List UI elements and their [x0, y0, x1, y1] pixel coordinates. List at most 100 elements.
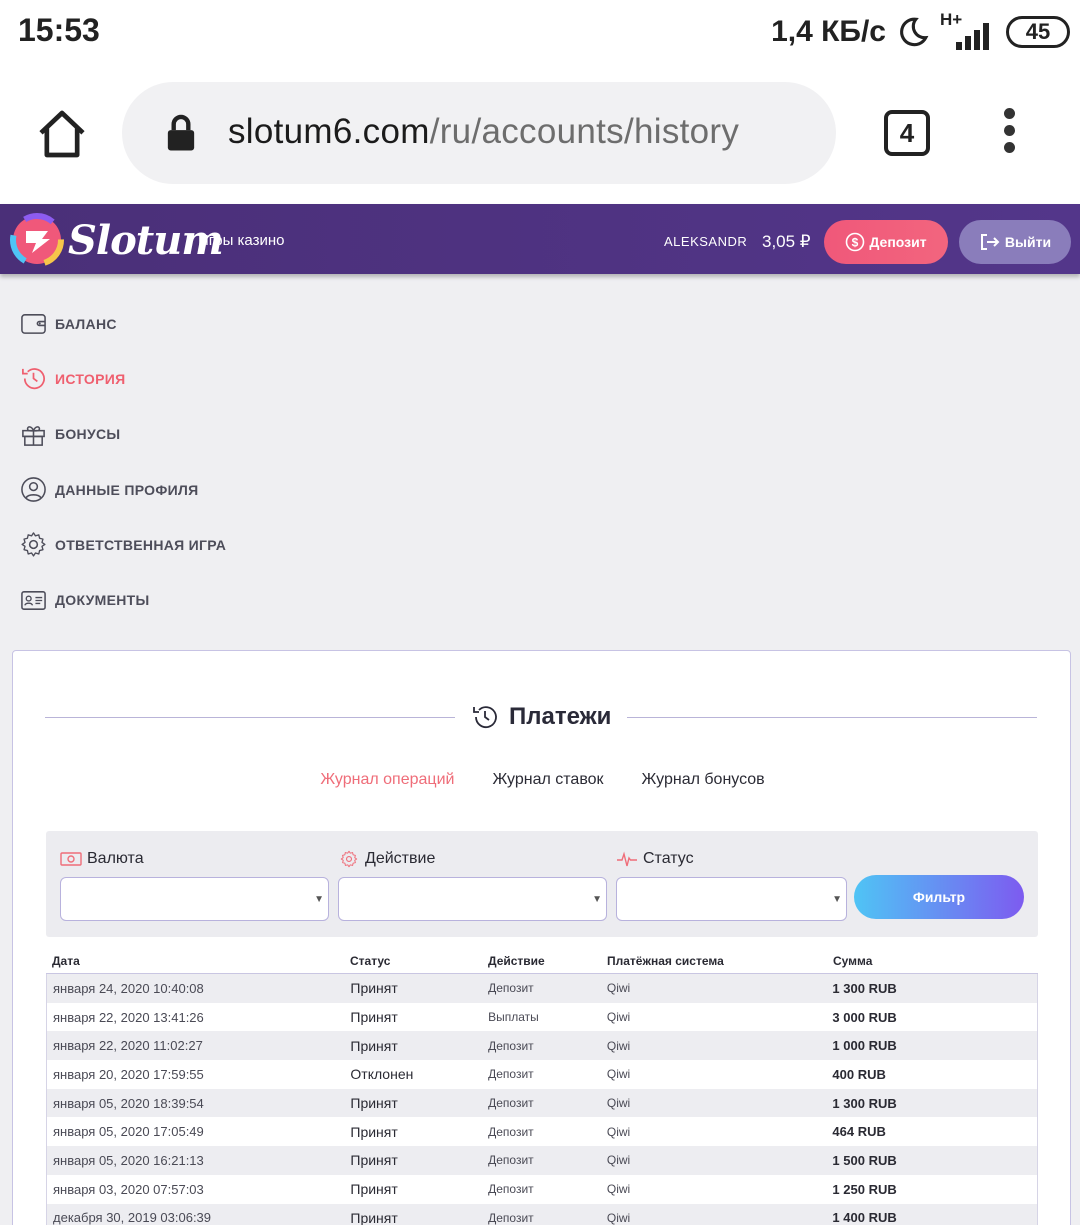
overflow-menu-icon[interactable]	[996, 108, 1022, 158]
cell-amount: 1 400 RUB	[832, 1210, 897, 1225]
action-label-text: Действие	[365, 850, 436, 867]
cell-status: Принят	[350, 1095, 398, 1112]
status-bar: 15:53 1,4 КБ/с H+ 45	[0, 0, 1080, 64]
cell-date: января 24, 2020 10:40:08	[53, 980, 204, 996]
moon-icon	[900, 17, 929, 47]
cell-payment-system: Qiwi	[606, 1210, 631, 1225]
home-icon[interactable]	[34, 106, 90, 162]
table-row: января 22, 2020 13:41:26 Принят Выплаты Qiw…	[47, 1003, 1037, 1032]
cell-payment-system: Qiwi	[606, 1153, 631, 1168]
battery-level: 45	[1025, 19, 1051, 44]
cell-status: Принят	[350, 1181, 398, 1198]
tab-bets-log[interactable]: Журнал ставок	[492, 771, 603, 789]
cell-amount: 464 RUB	[832, 1124, 886, 1140]
cell-status: Принят	[350, 1123, 398, 1140]
cell-date: января 05, 2020 16:21:13	[53, 1152, 204, 1168]
currency-label-text: Валюта	[87, 850, 144, 867]
column-header-date[interactable]: Дата	[46, 954, 344, 968]
filter-button[interactable]: Фильтр	[854, 875, 1024, 919]
cell-status: Принят	[350, 1009, 398, 1026]
cell-action: Депозит	[488, 1038, 534, 1053]
action-select[interactable]: ▼	[338, 877, 607, 921]
net-speed: 1,4 КБ/с	[771, 15, 886, 48]
cell-action: Депозит	[488, 1153, 534, 1168]
url-path: /ru/accounts/history	[429, 112, 740, 151]
currency-select[interactable]: ▼	[60, 877, 329, 921]
cell-payment-system: Qiwi	[606, 1067, 631, 1082]
menu-item-label: ДАННЫЕ ПРОФИЛЯ	[55, 481, 199, 498]
logout-button[interactable]: Выйти	[959, 220, 1071, 264]
cell-amount: 1 250 RUB	[832, 1181, 897, 1197]
signal-icon: H+	[940, 10, 996, 50]
deposit-label: Депозит	[869, 234, 927, 250]
menu-item-profile[interactable]: ДАННЫЕ ПРОФИЛЯ	[20, 462, 420, 517]
status-time: 15:53	[18, 12, 100, 48]
tab-count: 4	[899, 117, 915, 148]
deposit-button[interactable]: $ Депозит	[824, 220, 948, 264]
logout-icon	[980, 234, 1000, 250]
status-right: 1,4 КБ/с H+ 45	[771, 10, 1070, 54]
table-row: января 20, 2020 17:59:55 Отклонен Депозит Q…	[47, 1060, 1037, 1089]
payments-table: Дата Статус Действие Платёжная система С…	[46, 948, 1038, 1225]
gift-icon	[22, 425, 45, 446]
cell-payment-system: Qiwi	[606, 1010, 631, 1025]
cell-amount: 3 000 RUB	[832, 1009, 897, 1025]
tab-bonuses-log[interactable]: Журнал бонусов	[642, 771, 765, 789]
table-row: января 05, 2020 18:39:54 Принят Депозит Qiw…	[47, 1088, 1037, 1118]
column-header-action[interactable]: Действие	[482, 954, 601, 968]
cell-status: Принят	[350, 980, 398, 997]
column-header-status[interactable]: Статус	[344, 954, 482, 968]
menu-item-label: БАЛАНС	[55, 315, 117, 332]
menu-item-label: ДОКУМЕНТЫ	[55, 592, 150, 609]
menu-item-label: ИСТОРИЯ	[55, 370, 126, 387]
menu-item-responsible-gaming[interactable]: ОТВЕТСТВЕННАЯ ИГРА	[20, 517, 420, 572]
cell-action: Выплаты	[488, 1010, 539, 1025]
logout-label: Выйти	[1004, 234, 1052, 250]
gear-icon	[21, 532, 46, 557]
address-bar[interactable]: slotum6.com/ru/accounts/history	[122, 82, 836, 184]
table-row: января 24, 2020 10:40:08 Принят Депозит Qiw…	[47, 974, 1037, 1003]
section-header: Платежи	[45, 703, 1037, 733]
pulse-icon	[617, 851, 637, 867]
balance-amount: 3,05 ₽	[762, 232, 811, 251]
tab-operations-log[interactable]: Журнал операций	[320, 771, 454, 789]
status-filter-label: Статус	[616, 849, 847, 869]
cash-icon	[60, 852, 82, 866]
cell-status: Принят	[350, 1209, 398, 1225]
url-text[interactable]: slotum6.com/ru/accounts/history	[228, 112, 739, 152]
user-icon	[21, 477, 46, 502]
menu-item-history[interactable]: ИСТОРИЯ	[20, 351, 420, 406]
table-row: января 05, 2020 17:05:49 Принят Депозит Qiw…	[47, 1117, 1037, 1146]
battery-icon: 45	[1006, 16, 1070, 48]
cell-payment-system: Qiwi	[606, 1038, 631, 1053]
cell-action: Депозит	[488, 1067, 534, 1082]
cell-status: Принят	[350, 1152, 398, 1169]
menu-item-documents[interactable]: ДОКУМЕНТЫ	[20, 572, 420, 627]
gear-icon	[340, 850, 358, 868]
history-tabs: Журнал операций Журнал ставок Журнал бон…	[13, 771, 1072, 789]
menu-item-balance[interactable]: БАЛАНС	[20, 296, 420, 351]
menu-item-bonuses[interactable]: БОНУСЫ	[20, 407, 420, 462]
column-header-payment-system[interactable]: Платёжная система	[601, 954, 827, 968]
tab-switcher-button[interactable]: 4	[884, 110, 930, 156]
divider-left	[45, 717, 455, 718]
column-header-amount[interactable]: Сумма	[827, 954, 1038, 968]
cell-payment-system: Qiwi	[606, 1124, 631, 1139]
cell-status: Принят	[350, 1037, 398, 1054]
menu-item-label: БОНУСЫ	[55, 426, 121, 443]
nav-casino-games[interactable]: Игры казино	[198, 232, 285, 249]
section-title: Платежи	[471, 703, 611, 731]
filter-panel: Валюта ▼ Действие ▼ Статус ▼ Фильтр	[46, 831, 1038, 937]
cell-amount: 400 RUB	[832, 1066, 886, 1082]
cell-date: января 05, 2020 18:39:54	[53, 1095, 204, 1111]
slotum-logo-icon	[10, 213, 64, 267]
site-logo[interactable]: Slotum	[10, 213, 224, 267]
username[interactable]: ALEKSANDR	[664, 234, 747, 249]
cell-date: января 20, 2020 17:59:55	[53, 1066, 204, 1082]
currency-filter-label: Валюта	[60, 849, 329, 869]
divider-right	[627, 717, 1037, 718]
currency-filter: Валюта ▼	[60, 849, 329, 921]
dropdown-arrow-icon: ▼	[314, 894, 324, 905]
cell-status: Отклонен	[350, 1066, 414, 1083]
status-select[interactable]: ▼	[616, 877, 847, 921]
